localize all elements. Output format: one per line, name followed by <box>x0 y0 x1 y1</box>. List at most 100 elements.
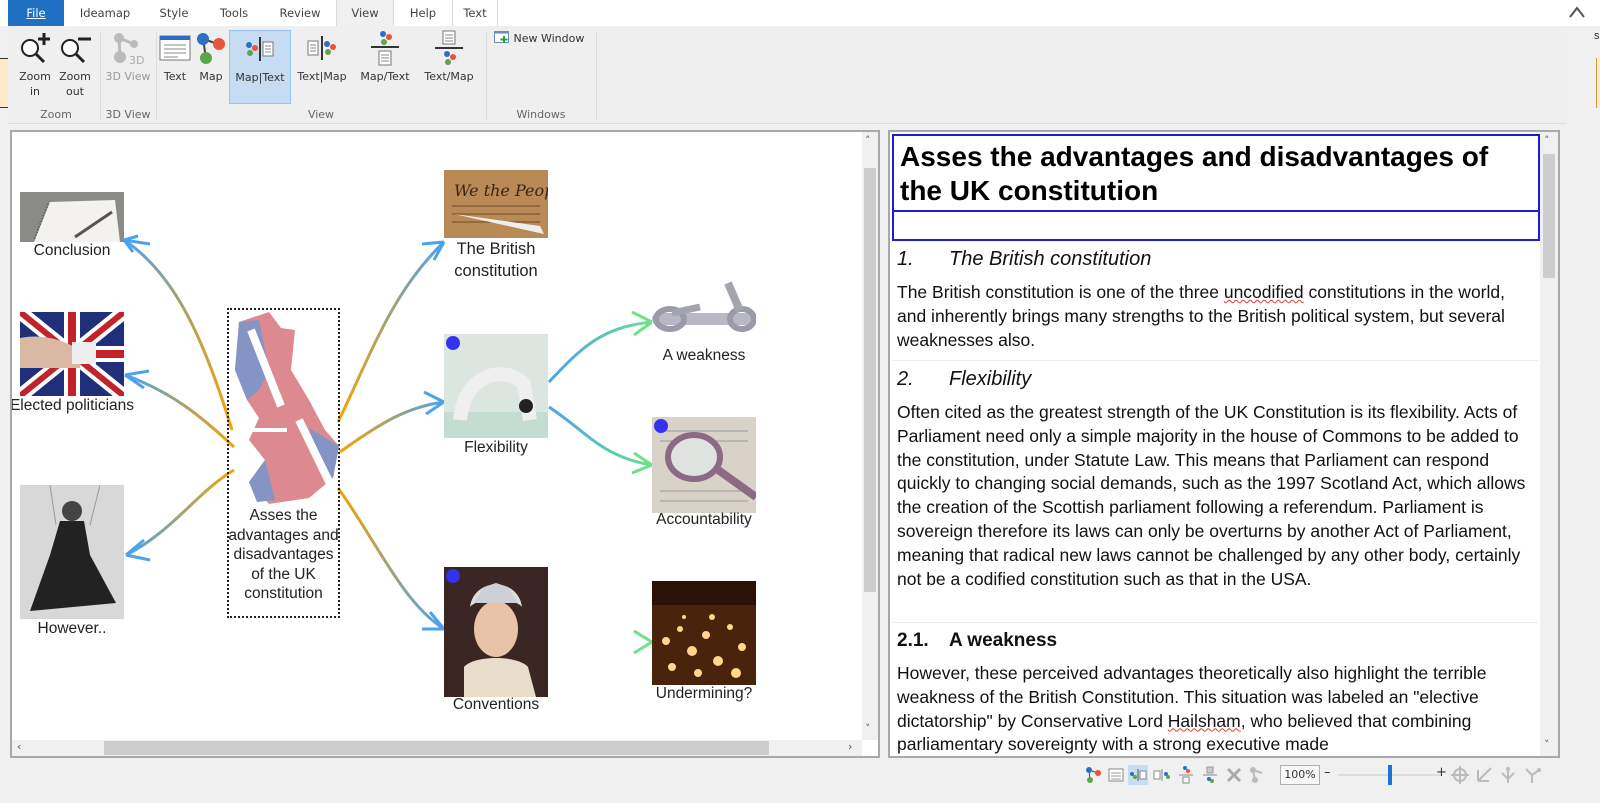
map-vertical-scrollbar[interactable]: ˄ ˅ <box>862 132 878 740</box>
section-title: Flexibility <box>949 368 1032 390</box>
zoom-in-button[interactable]: Zoom in <box>14 30 56 99</box>
map-vertical-scroll-thumb[interactable] <box>864 168 876 592</box>
text-over-map-layout-icon <box>435 30 463 65</box>
scroll-left-icon[interactable]: ‹ <box>17 740 21 753</box>
central-topic-node[interactable]: Asses the advantages and disadvantages o… <box>227 308 340 618</box>
text-view-button[interactable]: Text <box>158 30 192 84</box>
map-view-button[interactable]: Map <box>194 30 228 84</box>
3d-view-button[interactable]: 3D 3D View <box>104 30 152 84</box>
map-over-text-icon[interactable] <box>1176 765 1196 785</box>
tab-file[interactable]: File <box>8 0 64 26</box>
collapse-all-icon[interactable] <box>1224 765 1244 785</box>
document-section: 1. The British constitution The British c… <box>892 246 1532 352</box>
tab-view[interactable]: View <box>336 0 394 26</box>
scroll-up-icon[interactable]: ˄ <box>1544 134 1550 147</box>
map-node-undermining[interactable]: Undermining? <box>652 581 756 711</box>
zoom-out-button[interactable]: Zoom out <box>54 30 96 99</box>
map-horizontal-scroll-thumb[interactable] <box>104 741 769 755</box>
zoom-minus-button[interactable]: – <box>1324 765 1331 780</box>
section-divider <box>892 622 1538 623</box>
marker-dot <box>654 419 668 433</box>
map-node-british-constitution[interactable]: We the People The British constitution <box>444 170 548 280</box>
tab-help[interactable]: Help <box>396 0 450 26</box>
tab-style[interactable]: Style <box>146 0 202 26</box>
map-node-a-weakness[interactable]: A weakness <box>652 277 756 367</box>
magnifying-glass-image <box>652 417 756 513</box>
section-number: 1. <box>897 248 914 270</box>
text-vertical-scrollbar[interactable]: ˄ ˅ <box>1540 132 1558 756</box>
document-title-notes[interactable] <box>892 210 1540 241</box>
zoom-plus-button[interactable]: + <box>1436 765 1447 780</box>
text-vertical-scroll-thumb[interactable] <box>1543 154 1555 278</box>
scroll-down-icon[interactable]: ˅ <box>1544 738 1550 751</box>
map-node-conclusion[interactable]: Conclusion <box>20 192 124 262</box>
node-label: Elected politicians <box>12 397 135 414</box>
section-heading: 2.1. A weakness <box>897 629 1532 653</box>
branch-star-icon[interactable] <box>1522 765 1542 785</box>
broken-chain-image <box>652 277 756 337</box>
node-label: Undermining? <box>655 685 753 702</box>
map-node-however[interactable]: However.. <box>20 485 124 641</box>
spelling-error[interactable]: Hailsham <box>1168 711 1241 731</box>
marker-dot <box>446 569 460 583</box>
map-node-conventions[interactable]: Conventions <box>444 567 548 717</box>
group-separator <box>156 32 157 120</box>
map-view-icon[interactable] <box>1084 765 1104 785</box>
map-node-elected-politicians[interactable]: Elected politicians <box>12 312 134 436</box>
arrow-sw-icon[interactable] <box>1474 765 1494 785</box>
map-canvas[interactable]: Asses the advantages and disadvantages o… <box>12 132 862 740</box>
tab-text[interactable]: Text <box>452 0 498 26</box>
backbend-person-image <box>444 334 548 438</box>
text-map-layout-button[interactable]: Text|Map <box>295 30 349 84</box>
text-map-view-icon[interactable] <box>1152 765 1172 785</box>
spelling-error[interactable]: uncodified <box>1224 282 1304 302</box>
map-over-text-layout-button[interactable]: Map/Text <box>354 30 416 84</box>
map-text-layout-label: Map|Text <box>235 71 285 84</box>
document-editor[interactable]: Asses the advantages and disadvantages o… <box>890 132 1540 756</box>
map-pane: Asses the advantages and disadvantages o… <box>10 130 880 758</box>
scroll-up-icon[interactable]: ˄ <box>865 134 871 147</box>
text-over-map-layout-label: Text/Map <box>424 70 474 83</box>
new-window-label: New Window <box>513 32 585 45</box>
map-node-accountability[interactable]: Accountability <box>652 417 756 537</box>
map-text-layout-button[interactable]: Map|Text <box>229 30 291 104</box>
zoom-level-field[interactable]: 100% <box>1280 765 1320 785</box>
section-paragraph: The British constitution is one of the t… <box>897 282 1505 350</box>
zoom-in-label: Zoom in <box>19 70 51 98</box>
text-over-map-icon[interactable] <box>1200 765 1220 785</box>
new-window-button[interactable]: New Window <box>494 30 594 46</box>
text-view-label: Text <box>163 70 187 83</box>
text-over-map-layout-button[interactable]: Text/Map <box>418 30 480 84</box>
map-text-view-icon[interactable] <box>1128 765 1148 785</box>
scroll-right-icon[interactable]: › <box>848 740 852 753</box>
zoom-slider-thumb[interactable] <box>1388 765 1392 785</box>
map-horizontal-scrollbar[interactable]: ‹ › <box>12 740 862 756</box>
section-number: 2. <box>897 368 914 390</box>
text-map-layout-label: Text|Map <box>297 70 347 83</box>
map-node-flexibility[interactable]: Flexibility <box>444 334 548 460</box>
new-window-icon <box>494 31 509 43</box>
ribbon-view: Zoom in Zoom out 3D 3D View Text Map Map… <box>8 26 1566 124</box>
svg-text:We the People: We the People <box>454 181 548 200</box>
collapse-ribbon-icon[interactable] <box>1566 2 1588 24</box>
svg-text:3D: 3D <box>129 54 144 66</box>
ribbon-tab-bar: File Ideamap Style Tools Review View Hel… <box>0 0 1600 26</box>
3d-view-icon[interactable] <box>1248 765 1268 785</box>
document-title[interactable]: Asses the advantages and disadvantages o… <box>892 134 1540 212</box>
tab-review[interactable]: Review <box>268 0 332 26</box>
central-topic-label: Asses the advantages and disadvantages o… <box>228 507 339 603</box>
section-number: 2.1. <box>897 630 929 651</box>
tab-ideamap[interactable]: Ideamap <box>70 0 140 26</box>
text-view-icon[interactable] <box>1106 765 1126 785</box>
node-label: Conventions <box>452 696 540 713</box>
branch-down-icon[interactable] <box>1498 765 1518 785</box>
text-map-layout-icon <box>307 36 336 60</box>
background-window-text: s <box>1594 30 1600 42</box>
zoom-out-label: Zoom out <box>59 70 91 98</box>
group-label-3d-view: 3D View <box>105 108 151 121</box>
center-map-icon[interactable] <box>1450 765 1470 785</box>
tab-tools[interactable]: Tools <box>206 0 262 26</box>
scroll-down-icon[interactable]: ˅ <box>865 722 871 735</box>
notepad-pen-image <box>20 192 124 242</box>
section-divider <box>892 360 1538 361</box>
